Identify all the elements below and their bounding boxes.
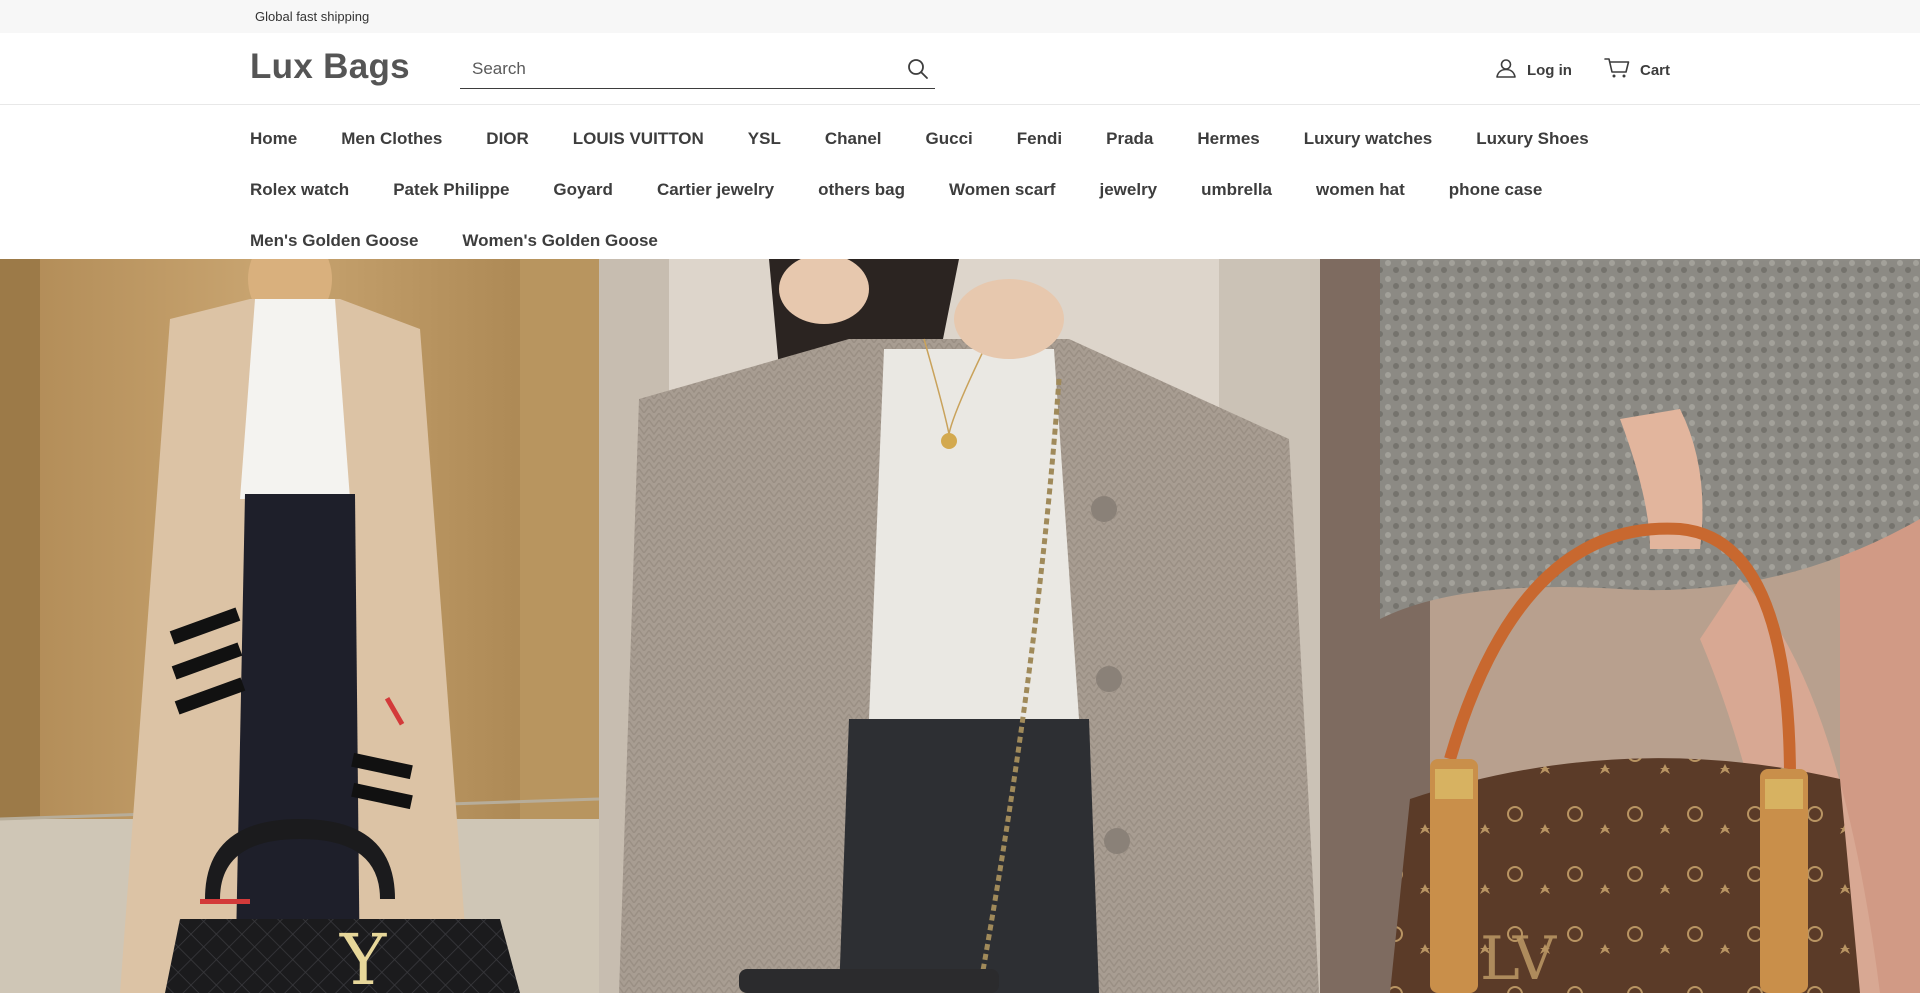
announcement-bar: Global fast shipping	[0, 0, 1920, 33]
header-actions: Log in Cart	[1495, 57, 1670, 83]
hero-image-left-art: Y	[0, 259, 599, 993]
nav-item-dior[interactable]: DIOR	[486, 129, 529, 149]
cart-link[interactable]: Cart	[1604, 57, 1670, 83]
nav-item-fendi[interactable]: Fendi	[1017, 129, 1062, 149]
hero-image-right-art: LV	[1320, 259, 1920, 993]
nav-item-ysl[interactable]: YSL	[748, 129, 781, 149]
nav-item-prada[interactable]: Prada	[1106, 129, 1153, 149]
hero-image-center-art	[599, 259, 1320, 993]
cart-label: Cart	[1639, 61, 1670, 79]
nav-row-2: Rolex watch Patek Philippe Goyard Cartie…	[250, 164, 1920, 215]
svg-text:LV: LV	[1480, 924, 1558, 993]
nav-item-home[interactable]: Home	[250, 129, 297, 149]
hero-image-left: Y	[0, 259, 599, 993]
svg-text:Y: Y	[339, 919, 387, 993]
login-link[interactable]: Log in	[1495, 57, 1572, 83]
nav-item-women-hat[interactable]: women hat	[1316, 180, 1405, 200]
hero-image-center	[599, 259, 1320, 993]
nav-item-luxury-watches[interactable]: Luxury watches	[1304, 129, 1433, 149]
hero-image-right: LV	[1320, 259, 1920, 993]
nav-item-luxury-shoes[interactable]: Luxury Shoes	[1476, 129, 1588, 149]
nav-item-phone-case[interactable]: phone case	[1449, 180, 1543, 200]
site-logo[interactable]: Lux Bags	[250, 47, 410, 87]
main-navigation: Home Men Clothes DIOR LOUIS VUITTON YSL …	[0, 105, 1920, 266]
hero-banner[interactable]: Y LV	[0, 259, 1920, 993]
nav-item-umbrella[interactable]: umbrella	[1201, 180, 1272, 200]
announcement-text: Global fast shipping	[255, 9, 370, 24]
nav-item-cartier-jewelry[interactable]: Cartier jewelry	[657, 180, 774, 200]
nav-item-womens-golden-goose[interactable]: Women's Golden Goose	[462, 231, 657, 251]
site-header: Lux Bags Log in	[0, 33, 1920, 105]
nav-item-men-clothes[interactable]: Men Clothes	[341, 129, 442, 149]
search-input[interactable]	[460, 57, 901, 80]
nav-item-mens-golden-goose[interactable]: Men's Golden Goose	[250, 231, 418, 251]
login-label: Log in	[1526, 61, 1572, 79]
nav-item-hermes[interactable]: Hermes	[1197, 129, 1259, 149]
nav-item-women-scarf[interactable]: Women scarf	[949, 180, 1055, 200]
search-icon[interactable]	[901, 52, 935, 86]
nav-item-jewelry[interactable]: jewelry	[1099, 180, 1157, 200]
nav-item-gucci[interactable]: Gucci	[926, 129, 973, 149]
search-bar	[460, 49, 935, 89]
cart-icon	[1604, 57, 1630, 83]
nav-item-chanel[interactable]: Chanel	[825, 129, 882, 149]
nav-item-rolex-watch[interactable]: Rolex watch	[250, 180, 349, 200]
user-icon	[1495, 57, 1517, 83]
nav-item-others-bag[interactable]: others bag	[818, 180, 905, 200]
nav-row-1: Home Men Clothes DIOR LOUIS VUITTON YSL …	[250, 113, 1920, 164]
nav-item-patek-philippe[interactable]: Patek Philippe	[393, 180, 509, 200]
nav-item-louis-vuitton[interactable]: LOUIS VUITTON	[573, 129, 704, 149]
nav-item-goyard[interactable]: Goyard	[553, 180, 613, 200]
